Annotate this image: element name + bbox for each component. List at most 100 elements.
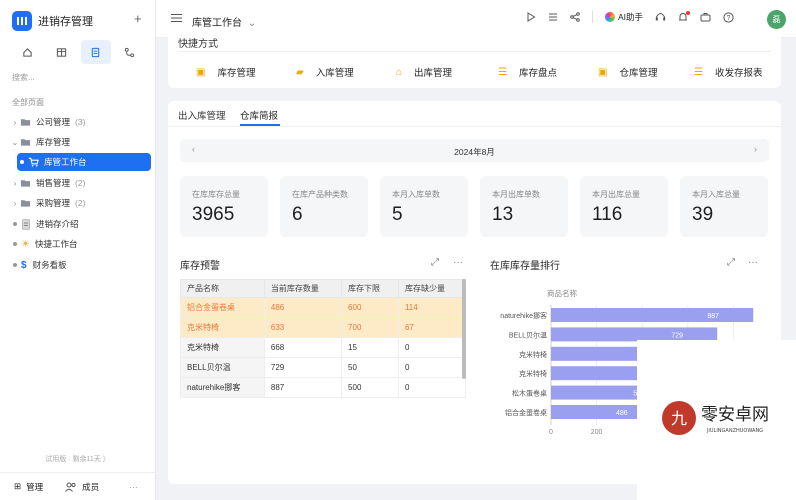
truck-icon: ▰ — [296, 66, 304, 78]
table-cell: 15 — [341, 337, 399, 358]
trial-banner[interactable]: 试用版 · 剩余11天 〉 — [0, 454, 155, 464]
help-icon[interactable]: ? — [723, 11, 734, 23]
stat-value: 5 — [392, 204, 403, 225]
table-cell: 67 — [397, 317, 467, 338]
table-cell: 50 — [341, 357, 399, 378]
app-brand[interactable]: 进销存管理 — [12, 11, 93, 31]
sidebar-item-purchase[interactable]: › 采购管理 (2) — [10, 194, 151, 212]
table-cell: 633 — [263, 317, 343, 338]
bar — [551, 308, 754, 322]
stat-label: 本月出库单数 — [492, 190, 540, 199]
column-header[interactable]: 当前库存数量 — [263, 279, 343, 298]
quick-item-inbound[interactable]: ▰ 入库管理 — [296, 65, 354, 80]
workflow-tab[interactable] — [115, 40, 145, 64]
bullet-icon — [13, 222, 17, 226]
svg-text:零安卓网: 零安卓网 — [701, 405, 769, 425]
table-scrollbar[interactable] — [462, 279, 466, 379]
manage-label: 管理 — [26, 481, 44, 492]
workflow-icon — [125, 47, 135, 57]
chevron-right-icon: › — [13, 198, 17, 208]
play-icon[interactable] — [526, 12, 536, 22]
sidebar-item-label: 快捷工作台 — [34, 239, 78, 249]
avatar[interactable]: 磊 — [767, 10, 786, 29]
table-row[interactable]: BELL贝尔温 729 50 0 — [180, 357, 467, 378]
warehouse-icon: ⌂ — [396, 66, 403, 78]
share-icon[interactable] — [570, 12, 580, 22]
table-row[interactable]: naturehike挪客 887 500 0 — [180, 377, 467, 398]
grid-icon: ⊞ — [14, 481, 22, 491]
more-icon[interactable]: ··· — [748, 257, 758, 268]
sidebar-item-warehouse-workbench[interactable]: 库管工作台 — [17, 153, 151, 171]
grid-tab[interactable] — [46, 40, 76, 64]
quick-item-label: 入库管理 — [315, 68, 354, 79]
ai-assistant-button[interactable]: AI助手 — [605, 11, 643, 23]
quick-item-report[interactable]: ☰ 收发存报表 — [694, 65, 763, 80]
inventory-icon: ▣ — [196, 66, 206, 78]
expand-icon[interactable]: ⤢ — [727, 257, 735, 268]
svg-text:?: ? — [727, 15, 731, 22]
more-icon[interactable]: ··· — [453, 257, 463, 268]
stat-card: 本月入库总量 39 — [680, 176, 768, 237]
sidebar-footer: ⊞ 管理 成员 ··· — [0, 472, 155, 500]
tab-warehouse-brief[interactable]: 仓库简报 — [240, 108, 278, 122]
sidebar-item-quick-workbench[interactable]: ☀ 快捷工作台 — [10, 235, 151, 253]
home-tab[interactable] — [12, 40, 42, 64]
sidebar-item-intro[interactable]: 进销存介绍 — [10, 215, 151, 233]
watermark-logo: 九 零安卓网 JIULINGANZHUOWANG — [637, 340, 796, 500]
headset-icon[interactable] — [655, 12, 666, 22]
ai-label: AI助手 — [618, 12, 644, 22]
briefcase-icon[interactable] — [700, 12, 711, 22]
stat-label: 本月入库单数 — [392, 190, 440, 199]
more-icon[interactable]: ··· — [129, 482, 138, 492]
bell-icon[interactable] — [678, 10, 691, 23]
sidebar-tabs — [12, 40, 145, 64]
quick-item-inventory[interactable]: ▣ 库存管理 — [196, 65, 256, 80]
sidebar-search-input[interactable]: 搜索... — [12, 72, 35, 83]
document-icon — [91, 47, 100, 57]
table-row[interactable]: 克米特椅 633 700 67 — [180, 317, 467, 338]
next-month-icon[interactable]: › — [754, 144, 757, 154]
add-icon[interactable]: + — [134, 12, 142, 25]
data-label: 486 — [616, 410, 628, 417]
y-axis-label: 商品名称 — [547, 288, 577, 298]
menu-icon[interactable] — [171, 13, 182, 23]
column-header[interactable]: 产品名称 — [180, 279, 265, 298]
bullet-icon — [13, 242, 17, 246]
chevron-down-icon: ⌄ — [11, 137, 19, 147]
quick-item-stocktake[interactable]: ☰ 库存盘点 — [498, 65, 557, 80]
stat-card: 本月入库单数 5 — [380, 176, 468, 237]
warning-title: 库存预警 — [180, 261, 220, 272]
pages-tab[interactable] — [80, 40, 111, 64]
tab-inout[interactable]: 出入库管理 — [178, 108, 226, 122]
sidebar-item-sales[interactable]: › 销售管理 (2) — [10, 174, 151, 192]
quick-item-label: 收发存报表 — [714, 68, 763, 79]
column-header[interactable]: 库存缺少量 — [397, 279, 467, 298]
stat-card: 本月出库单数 13 — [480, 176, 568, 237]
sidebar-item-label: 公司管理 — [36, 117, 71, 127]
section-label: 全部页面 — [12, 98, 44, 107]
table-row[interactable]: 铝合金蛋卷桌 486 600 114 — [180, 297, 467, 318]
divider — [178, 51, 771, 52]
stat-value: 39 — [692, 204, 714, 225]
cart-icon — [28, 157, 39, 167]
stat-value: 13 — [492, 204, 514, 225]
quick-item-label: 库存管理 — [217, 68, 256, 79]
column-header[interactable]: 库存下限 — [341, 279, 399, 298]
settings-list-icon[interactable] — [548, 12, 558, 22]
sidebar-item-company[interactable]: › 公司管理 (3) — [10, 113, 151, 131]
table-cell: 500 — [341, 377, 399, 398]
bullet-icon — [20, 160, 24, 164]
sidebar-item-inventory[interactable]: ⌄ 库存管理 — [10, 133, 151, 151]
manage-button[interactable]: ⊞ 管理 — [14, 481, 43, 493]
quick-item-warehouse[interactable]: ▣ 仓库管理 — [598, 65, 657, 80]
expand-icon[interactable]: ⤢ — [431, 257, 439, 268]
table-cell: 700 — [341, 317, 399, 338]
members-button[interactable]: 成员 — [65, 481, 99, 493]
table-row[interactable]: 克米特椅 668 15 0 — [180, 337, 467, 358]
doc-icon — [22, 218, 30, 230]
sidebar-item-label: 库管工作台 — [44, 157, 87, 167]
warning-table: 产品名称 当前库存数量 库存下限 库存缺少量 铝合金蛋卷桌 486 600 11… — [180, 279, 467, 398]
breadcrumb[interactable]: 库管工作台 ⌄ — [192, 14, 256, 29]
quick-item-outbound[interactable]: ⌂ 出库管理 — [396, 65, 452, 80]
sidebar-item-finance[interactable]: $ 财务看板 — [10, 256, 151, 274]
